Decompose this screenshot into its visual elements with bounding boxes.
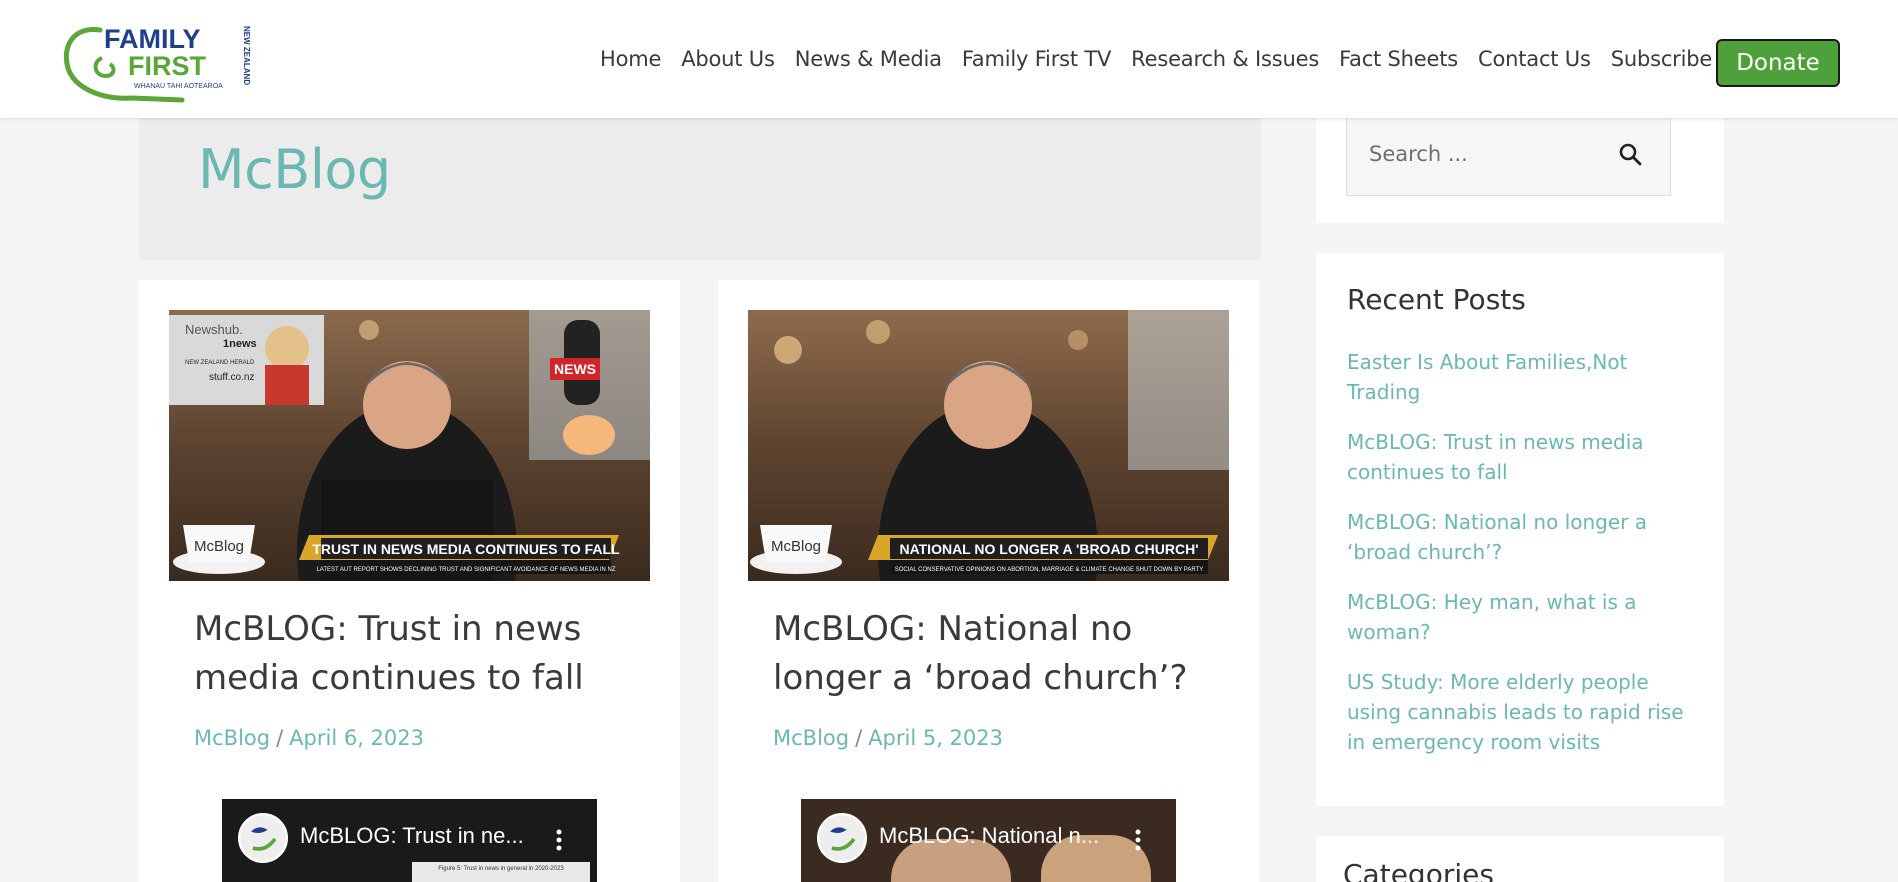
- post-title[interactable]: McBLOG: National no longer a ‘broad chur…: [773, 605, 1223, 703]
- svg-text:NEW ZEALAND HERALD: NEW ZEALAND HERALD: [185, 360, 255, 366]
- search-input[interactable]: Search ...: [1346, 118, 1671, 196]
- svg-text:McBlog: McBlog: [771, 538, 821, 555]
- svg-text:FAMILY: FAMILY: [104, 24, 201, 54]
- nav-contact-us[interactable]: Contact Us: [1478, 47, 1591, 71]
- sidebar-search-widget: Search ...: [1316, 118, 1724, 223]
- more-options-icon[interactable]: [555, 829, 563, 851]
- nav-research-issues[interactable]: Research & Issues: [1131, 47, 1319, 71]
- svg-text:Newshub.: Newshub.: [185, 322, 243, 337]
- site-header: FAMILY FIRST WHANAU TAHI AOTEAROA NEW ZE…: [0, 0, 1898, 118]
- svg-text:1news: 1news: [223, 338, 257, 350]
- nav-news-media[interactable]: News & Media: [795, 47, 942, 71]
- post-meta: McBlog / April 5, 2023: [773, 726, 1003, 750]
- search-icon[interactable]: [1618, 142, 1644, 168]
- svg-text:TRUST IN NEWS MEDIA CONTINUES: TRUST IN NEWS MEDIA CONTINUES TO FALL: [312, 541, 620, 557]
- svg-text:FIRST: FIRST: [128, 51, 207, 81]
- more-options-icon[interactable]: [1134, 829, 1142, 851]
- post-category[interactable]: McBlog: [194, 726, 270, 750]
- video-figure-caption: Figure 5: Trust in news in general in 20…: [438, 866, 564, 872]
- nav-home[interactable]: Home: [600, 47, 661, 71]
- svg-text:stuff.co.nz: stuff.co.nz: [209, 372, 254, 383]
- recent-posts-list: Easter Is About Families,Not Trading McB…: [1347, 347, 1702, 777]
- post-date: April 6, 2023: [289, 726, 425, 750]
- post-thumbnail[interactable]: Newshub. 1news NEW ZEALAND HERALD stuff.…: [169, 310, 650, 581]
- nav-about-us[interactable]: About Us: [681, 47, 775, 71]
- recent-post-link[interactable]: McBLOG: Trust in news media continues to…: [1347, 427, 1702, 487]
- sidebar-categories: Categories: [1316, 836, 1724, 882]
- recent-post-link[interactable]: US Study: More elderly people using cann…: [1347, 667, 1702, 757]
- video-title[interactable]: McBLOG: Trust in ne...: [300, 823, 524, 849]
- svg-text:LATEST AUT REPORT SHOWS DECLIN: LATEST AUT REPORT SHOWS DECLINING TRUST …: [316, 567, 615, 573]
- nav-family-first-tv[interactable]: Family First TV: [962, 47, 1112, 71]
- recent-post-link[interactable]: Easter Is About Families,Not Trading: [1347, 347, 1702, 407]
- sidebar-recent-posts: Recent Posts Easter Is About Families,No…: [1316, 253, 1724, 806]
- categories-heading: Categories: [1343, 858, 1494, 882]
- svg-text:NEWS: NEWS: [554, 361, 596, 377]
- post-thumbnail[interactable]: NATIONAL NO LONGER A 'BROAD CHURCH' SOCI…: [748, 310, 1229, 581]
- page-title: McBlog: [198, 138, 391, 201]
- youtube-embed[interactable]: McBLOG: National n...: [801, 799, 1176, 882]
- recent-post-link[interactable]: McBLOG: National no longer a ‘broad chur…: [1347, 507, 1702, 567]
- post-meta: McBlog / April 6, 2023: [194, 726, 424, 750]
- main-nav: Home About Us News & Media Family First …: [600, 0, 1732, 118]
- video-title[interactable]: McBLOG: National n...: [879, 823, 1099, 849]
- svg-text:WHANAU TAHI AOTEAROA: WHANAU TAHI AOTEAROA: [134, 83, 223, 90]
- channel-avatar-icon: [817, 813, 867, 863]
- meta-separator: /: [276, 726, 284, 750]
- svg-text:SOCIAL CONSERVATIVE OPINIONS O: SOCIAL CONSERVATIVE OPINIONS ON ABORTION…: [895, 567, 1204, 573]
- post-category[interactable]: McBlog: [773, 726, 849, 750]
- recent-post-link[interactable]: McBLOG: Hey man, what is a woman?: [1347, 587, 1702, 647]
- donate-button[interactable]: Donate: [1716, 39, 1840, 87]
- post-title[interactable]: McBLOG: Trust in news media continues to…: [194, 605, 644, 703]
- nav-fact-sheets[interactable]: Fact Sheets: [1339, 47, 1458, 71]
- channel-avatar-icon: [238, 813, 288, 863]
- post-card: Newshub. 1news NEW ZEALAND HERALD stuff.…: [139, 280, 680, 882]
- meta-separator: /: [855, 726, 863, 750]
- post-card: NATIONAL NO LONGER A 'BROAD CHURCH' SOCI…: [718, 280, 1259, 882]
- video-preview-figure: Figure 5: Trust in news in general in 20…: [412, 862, 590, 882]
- nav-subscribe[interactable]: Subscribe: [1611, 47, 1713, 71]
- svg-text:NEW ZEALAND: NEW ZEALAND: [242, 26, 251, 85]
- youtube-embed[interactable]: McBLOG: Trust in ne... Figure 5: Trust i…: [222, 799, 597, 882]
- recent-posts-heading: Recent Posts: [1347, 283, 1526, 316]
- post-date: April 5, 2023: [868, 726, 1004, 750]
- svg-text:McBlog: McBlog: [194, 538, 244, 555]
- archive-header: McBlog: [139, 118, 1261, 260]
- svg-text:NATIONAL NO LONGER A 'BROAD CH: NATIONAL NO LONGER A 'BROAD CHURCH': [899, 541, 1198, 557]
- family-first-logo[interactable]: FAMILY FIRST WHANAU TAHI AOTEAROA NEW ZE…: [62, 18, 252, 106]
- search-placeholder: Search ...: [1369, 142, 1468, 166]
